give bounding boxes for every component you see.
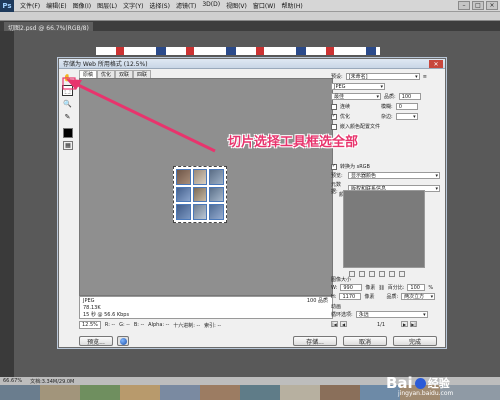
baidu-paw-icon (414, 377, 426, 389)
watermark-brand-cn: 经验 (427, 377, 450, 390)
annotation-arrow-icon (62, 77, 216, 153)
annotation-text: 切片选择工具框选全部 (228, 135, 359, 150)
watermark-url: jingyan.baidu.com (398, 390, 454, 397)
